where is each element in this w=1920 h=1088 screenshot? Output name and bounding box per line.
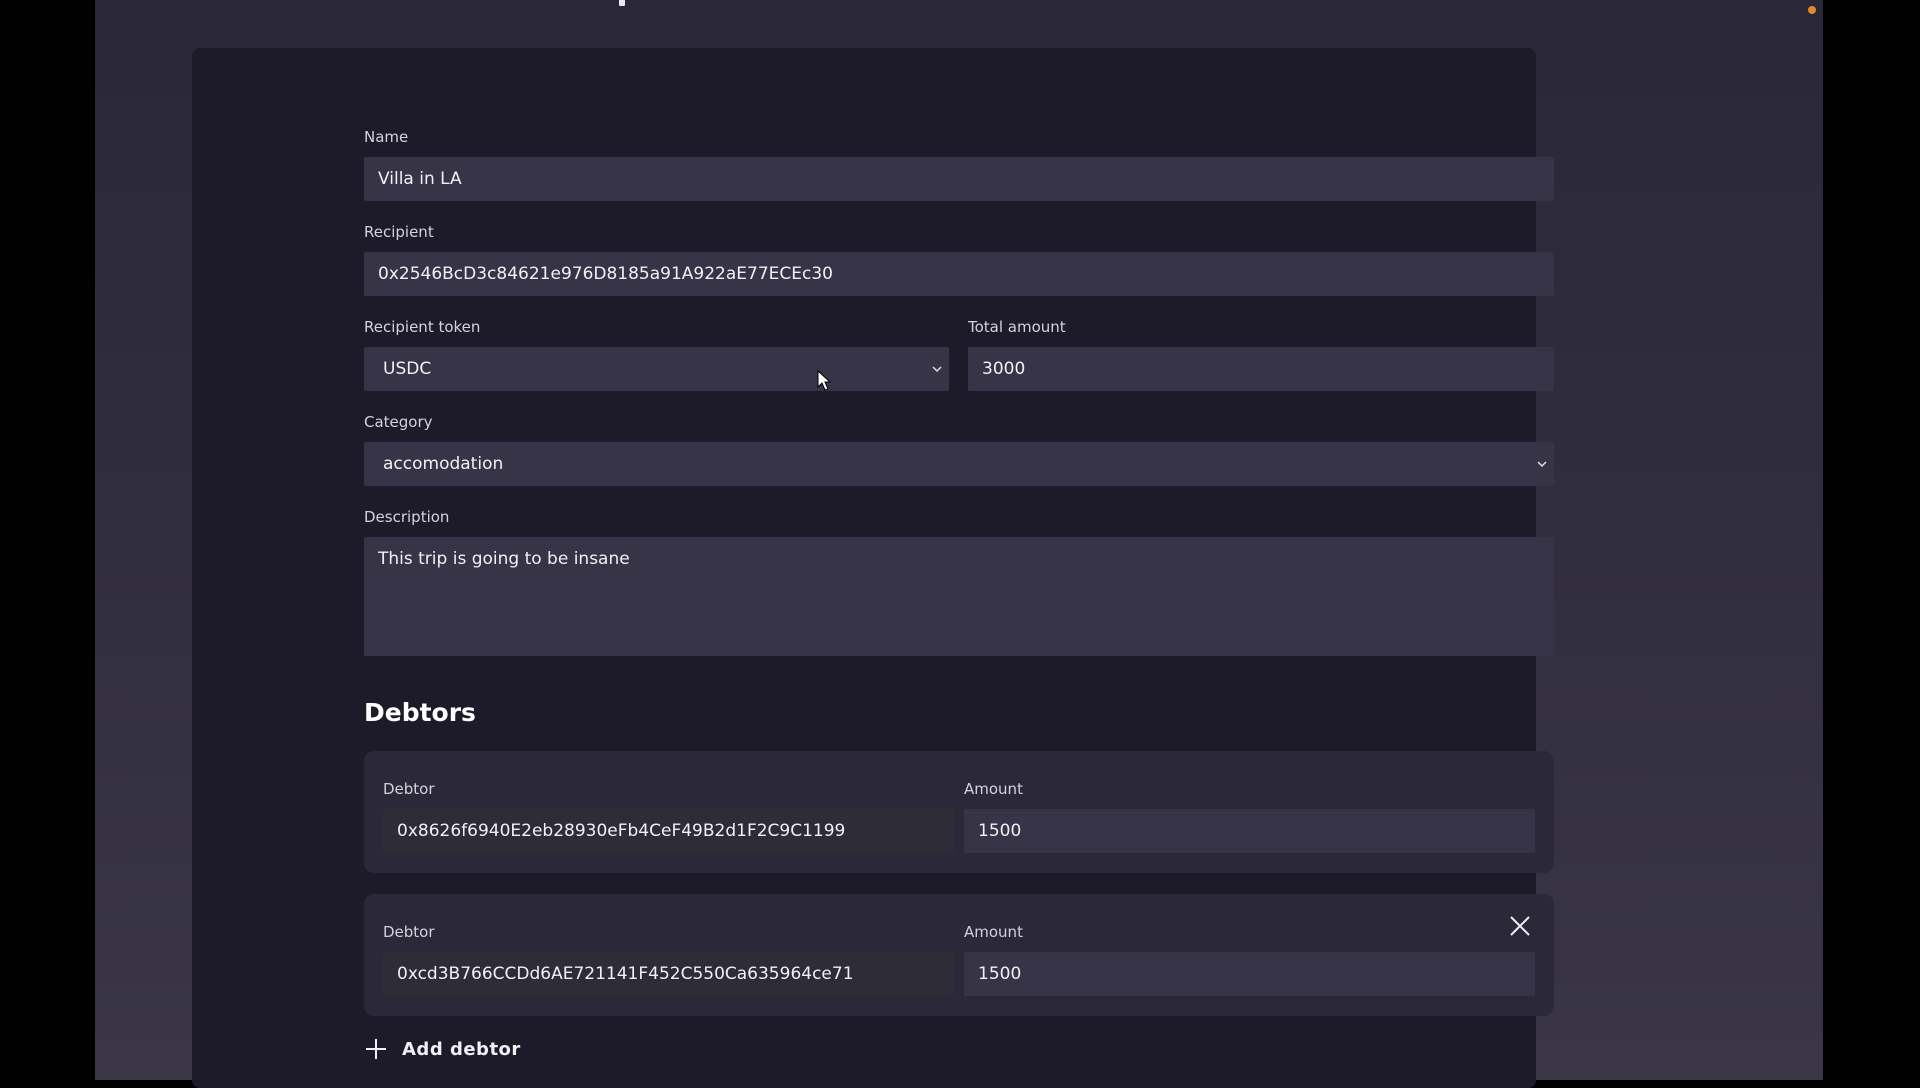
recipient-label: Recipient [364, 223, 434, 241]
debtor-address-input[interactable]: 0x8626f6940E2eb28930eFb4CeF49B2d1F2C9C11… [383, 809, 954, 853]
chevron-down-icon [1537, 461, 1547, 468]
debtor-address-input[interactable]: 0xcd3B766CCDd6AE721141F452C550Ca635964ce… [383, 952, 954, 996]
status-indicator [1808, 6, 1816, 14]
debtor-label: Debtor [383, 780, 435, 798]
total-amount-value: 3000 [982, 359, 1026, 379]
close-icon [1510, 916, 1530, 936]
total-amount-label: Total amount [968, 318, 1066, 336]
recipient-token-value: USDC [383, 359, 432, 379]
category-select[interactable]: accomodation [364, 442, 1554, 486]
debtors-heading: Debtors [364, 698, 476, 727]
remove-debtor-button[interactable] [1506, 912, 1534, 940]
add-debtor-label: Add debtor [402, 1038, 521, 1060]
name-label: Name [364, 128, 409, 146]
recipient-input[interactable]: 0x2546BcD3c84621e976D8185a91A922aE77ECEc… [364, 252, 1554, 296]
description-value: This trip is going to be insane [378, 549, 630, 569]
debtor-card-1: Debtor 0x8626f6940E2eb28930eFb4CeF49B2d1… [364, 751, 1554, 873]
debtor-address-value: 0x8626f6940E2eb28930eFb4CeF49B2d1F2C9C11… [397, 821, 846, 841]
description-textarea[interactable]: This trip is going to be insane [364, 537, 1554, 656]
debtor-address-value: 0xcd3B766CCDd6AE721141F452C550Ca635964ce… [397, 964, 854, 984]
name-input[interactable]: Villa in LA [364, 157, 1554, 201]
debtor-label: Debtor [383, 923, 435, 941]
page-title-fragment [619, 0, 625, 6]
description-label: Description [364, 508, 450, 526]
debtor-card-2: Debtor 0xcd3B766CCDd6AE721141F452C550Ca6… [364, 894, 1554, 1016]
debtor-amount-value: 1500 [978, 821, 1022, 841]
add-debtor-button[interactable]: Add debtor [364, 1034, 521, 1064]
recipient-input-value: 0x2546BcD3c84621e976D8185a91A922aE77ECEc… [378, 264, 833, 284]
mouse-cursor-icon [817, 370, 832, 391]
plus-icon [366, 1039, 386, 1059]
total-amount-input[interactable]: 3000 [968, 347, 1554, 391]
recipient-token-label: Recipient token [364, 318, 481, 336]
debtor-amount-input[interactable]: 1500 [964, 952, 1535, 996]
chevron-down-icon [932, 366, 942, 373]
amount-label: Amount [964, 780, 1023, 798]
name-input-value: Villa in LA [378, 169, 462, 189]
debtor-amount-input[interactable]: 1500 [964, 809, 1535, 853]
category-value: accomodation [383, 454, 504, 474]
recipient-token-select[interactable]: USDC [364, 347, 949, 391]
debtor-amount-value: 1500 [978, 964, 1022, 984]
amount-label: Amount [964, 923, 1023, 941]
category-label: Category [364, 413, 433, 431]
